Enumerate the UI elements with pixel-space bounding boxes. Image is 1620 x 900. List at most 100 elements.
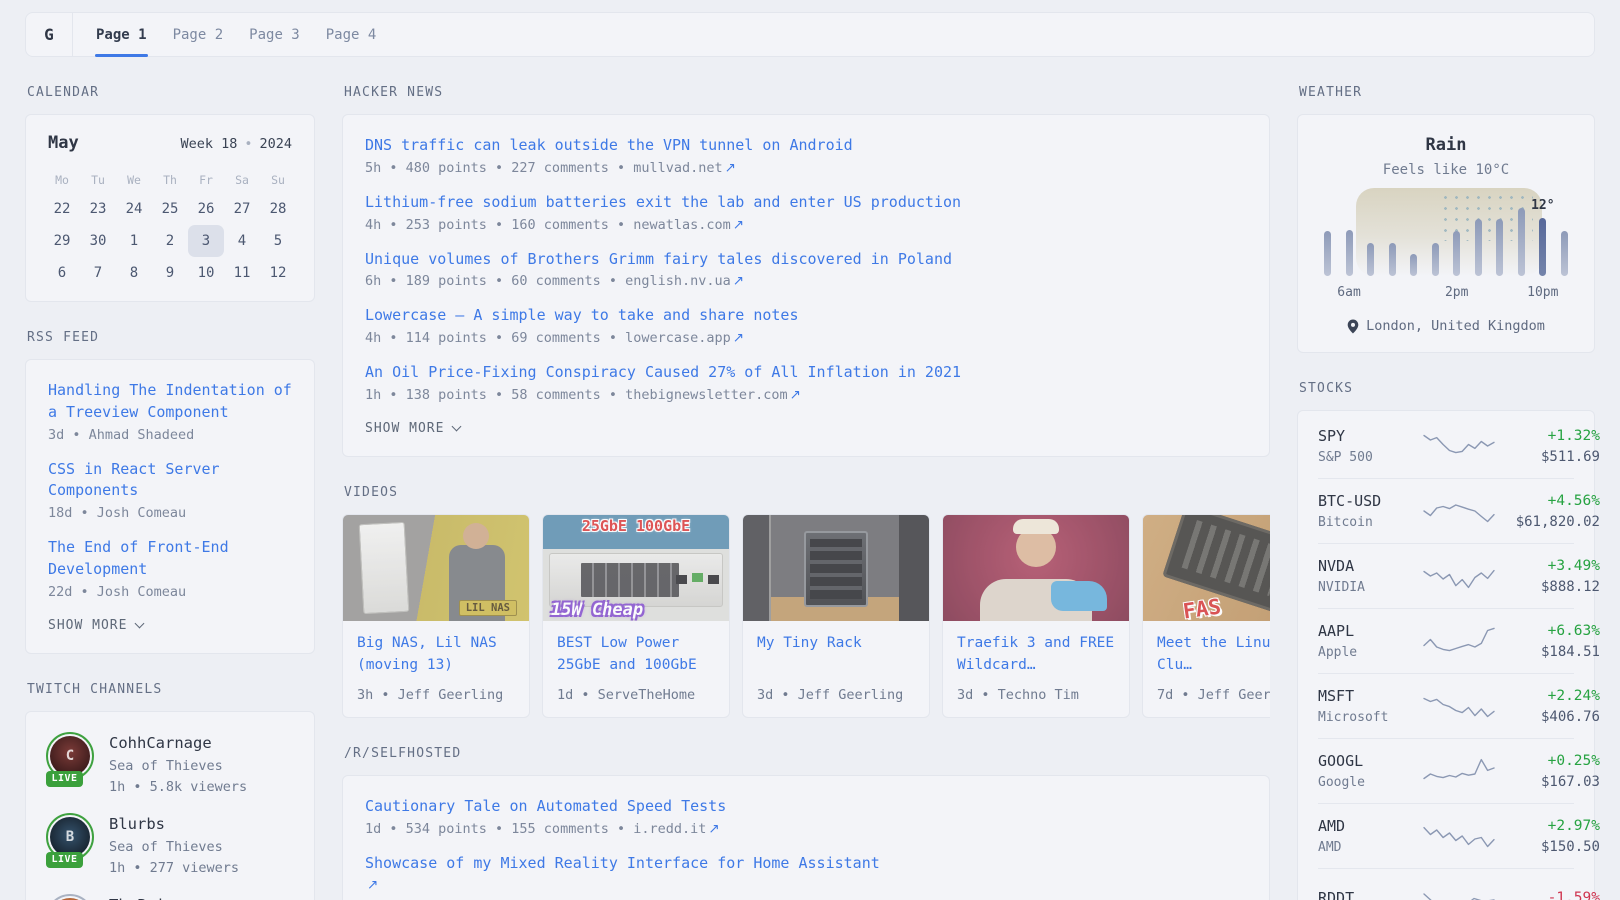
stock-name: Bitcoin [1318, 515, 1422, 530]
stock-name: S&P 500 [1318, 450, 1422, 465]
weather-temp-bar [1496, 219, 1503, 276]
rss-feed-widget: Handling The Indentation of a Treeview C… [25, 359, 315, 654]
external-link-icon [367, 877, 378, 893]
hackernews-item-link[interactable]: Lithium-free sodium batteries exit the l… [365, 193, 961, 211]
video-title-link[interactable]: BEST Low Power 25GbE and 100GbE Switch… [557, 633, 715, 677]
video-thumbnail[interactable] [943, 515, 1129, 621]
external-link-icon [733, 330, 744, 346]
video-title-link[interactable]: Big NAS, Lil NAS (moving 13) [357, 633, 515, 677]
twitch-channel-row[interactable]: T ThePrimeagen [46, 894, 294, 900]
calendar-day: 23 [80, 193, 116, 225]
stock-row[interactable]: MSFT Microsoft +2.24% $406.76 [1318, 673, 1574, 738]
stock-price: $511.69 [1496, 449, 1600, 465]
reddit-item-meta [365, 877, 1247, 893]
nav-tab-label: Page 2 [173, 27, 224, 43]
app-logo[interactable]: G [26, 13, 73, 56]
right-column: WEATHER Rain Feels like 10°C [1297, 57, 1595, 900]
weather-hour-column [1324, 231, 1331, 276]
stock-name: NVIDIA [1318, 580, 1422, 595]
calendar-day: 25 [152, 193, 188, 225]
nav-tab-label: Page 3 [249, 27, 300, 43]
nav-tab[interactable]: Page 3 [236, 13, 313, 56]
location-pin-icon [1347, 319, 1359, 334]
video-card: My Tiny Rack 3d • Jeff Geerling [742, 514, 930, 718]
hackernews-item-link[interactable]: Lowercase – A simple way to take and sha… [365, 306, 798, 324]
stock-row[interactable]: AAPL Apple +6.63% $184.51 [1318, 608, 1574, 673]
channel-viewers: 1h • 5.8k viewers [109, 779, 247, 795]
video-title-link[interactable]: My Tiny Rack [757, 633, 915, 677]
rss-item-link[interactable]: The End of Front-End Development [48, 538, 229, 578]
weather-widget: Rain Feels like 10°C 6am [1297, 114, 1595, 353]
rss-item-link[interactable]: Handling The Indentation of a Treeview C… [48, 381, 292, 421]
stock-row[interactable]: SPY S&P 500 +1.32% $511.69 [1318, 414, 1574, 478]
nav-tab-label: Page 4 [326, 27, 377, 43]
hackernews-item: Lithium-free sodium batteries exit the l… [365, 192, 1247, 233]
weather-temp-bar [1453, 231, 1460, 276]
channel-avatar: C [50, 736, 90, 776]
stock-ticker: MSFT [1318, 687, 1422, 705]
twitch-channel-row[interactable]: C LIVE CohhCarnage Sea of Thieves 1h • 5… [46, 732, 294, 795]
stock-row[interactable]: GOOGL Google +0.25% $167.03 [1318, 738, 1574, 803]
hackernews-item: Lowercase – A simple way to take and sha… [365, 305, 1247, 346]
stock-sparkline-chart [1422, 882, 1496, 900]
reddit-item: Showcase of my Mixed Reality Interface f… [365, 853, 1247, 894]
stock-row[interactable]: RDDT -1.59% [1318, 868, 1574, 900]
video-thumbnail[interactable]: LIL NAS [343, 515, 529, 621]
stock-price: $888.12 [1496, 579, 1600, 595]
video-thumbnail[interactable]: 25GbE 100GbE 15W Cheap [543, 515, 729, 621]
external-link-icon [725, 160, 736, 176]
reddit-item: Cautionary Tale on Automated Speed Tests… [365, 796, 1247, 837]
hackernews-show-more-button[interactable]: SHOW MORE [365, 421, 1247, 436]
nav-tab[interactable]: Page 2 [160, 13, 237, 56]
stocks-widget: SPY S&P 500 +1.32% $511.69 BTC-USD Bitco… [1297, 410, 1595, 900]
weather-section-title: WEATHER [1299, 85, 1595, 100]
hackernews-item-link[interactable]: An Oil Price-Fixing Conspiracy Caused 27… [365, 363, 961, 381]
stock-change: +4.56% [1496, 493, 1600, 509]
stock-sparkline-chart [1422, 558, 1496, 594]
stock-price: $406.76 [1496, 709, 1600, 725]
video-thumbnail[interactable] [743, 515, 929, 621]
video-meta: 3d • Techno Tim [957, 687, 1115, 703]
stock-change: +2.24% [1496, 688, 1600, 704]
nav-tab-label: Page 1 [96, 27, 147, 43]
calendar-week: Week 18 [180, 136, 237, 152]
video-card: 25GbE 100GbE 15W Cheap BEST Low Power 25… [542, 514, 730, 718]
stock-row[interactable]: AMD AMD +2.97% $150.50 [1318, 803, 1574, 868]
calendar-day-header: Mo [44, 165, 80, 193]
calendar-day: 9 [152, 257, 188, 289]
weather-time-label: 2pm [1445, 285, 1468, 300]
weather-feels-like: Feels like 10°C [1322, 162, 1570, 178]
calendar-day: 30 [80, 225, 116, 257]
calendar-day-header: Tu [80, 165, 116, 193]
weather-hour-column [1432, 243, 1439, 276]
reddit-item-link[interactable]: Cautionary Tale on Automated Speed Tests [365, 797, 726, 815]
rss-show-more-button[interactable]: SHOW MORE [48, 618, 292, 633]
calendar-day: 26 [188, 193, 224, 225]
stock-ticker: NVDA [1318, 557, 1422, 575]
nav-tab[interactable]: Page 1 [83, 13, 160, 56]
weather-hour-column [1475, 219, 1482, 276]
video-card: LIL NAS Big NAS, Lil NAS (moving 13) 3h … [342, 514, 530, 718]
weather-hour-column [1389, 243, 1396, 276]
stock-row[interactable]: NVDA NVIDIA +3.49% $888.12 [1318, 543, 1574, 608]
external-link-icon [790, 387, 801, 403]
calendar-day: 27 [224, 193, 260, 225]
weather-temp-bar [1432, 243, 1439, 276]
video-thumbnail[interactable]: FAS [1143, 515, 1270, 621]
reddit-item-link[interactable]: Showcase of my Mixed Reality Interface f… [365, 854, 880, 872]
video-title-link[interactable]: Traefik 3 and FREE Wildcard… [957, 633, 1115, 677]
hackernews-item-link[interactable]: Unique volumes of Brothers Grimm fairy t… [365, 250, 952, 268]
weather-hour-column [1561, 231, 1568, 276]
stock-name: AMD [1318, 840, 1422, 855]
video-title-link[interactable]: Meet the Linux Clu… [1157, 633, 1270, 677]
stock-change: +1.32% [1496, 428, 1600, 444]
chevron-down-icon [452, 421, 462, 431]
stock-row[interactable]: BTC-USD Bitcoin +4.56% $61,820.02 [1318, 478, 1574, 543]
twitch-channel-row[interactable]: B LIVE Blurbs Sea of Thieves 1h • 277 vi… [46, 813, 294, 876]
hackernews-item-link[interactable]: DNS traffic can leak outside the VPN tun… [365, 136, 853, 154]
rss-feed-item: Handling The Indentation of a Treeview C… [48, 380, 292, 443]
hackernews-item: An Oil Price-Fixing Conspiracy Caused 27… [365, 362, 1247, 403]
rss-item-link[interactable]: CSS in React Server Components [48, 460, 220, 500]
video-card: Traefik 3 and FREE Wildcard… 3d • Techno… [942, 514, 1130, 718]
nav-tab[interactable]: Page 4 [313, 13, 390, 56]
